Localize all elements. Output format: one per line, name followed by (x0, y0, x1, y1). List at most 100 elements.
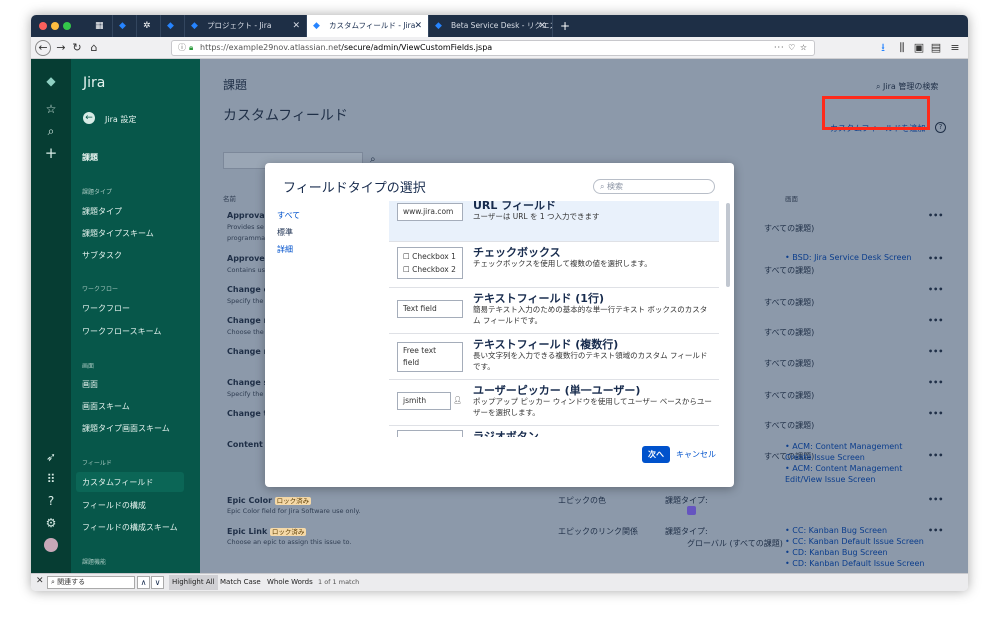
screen-link[interactable]: • CC: Kanban Bug Screen (785, 526, 887, 535)
row-actions-icon[interactable]: ••• (928, 347, 943, 356)
download-icon[interactable]: ⭳ (877, 39, 889, 57)
minimize-window-button[interactable] (51, 22, 59, 30)
settings-icon[interactable]: ⚙ (43, 515, 59, 531)
list-scrollbar[interactable] (725, 201, 731, 437)
breadcrumb[interactable]: 課題 (223, 76, 247, 93)
filter-all[interactable]: すべて (277, 210, 300, 221)
field-type-dialog: フィールドタイプの選択 ⌕ 検索 すべて 標準 詳細 www.jira.com … (265, 163, 734, 487)
filter-advanced[interactable]: 詳細 (277, 244, 293, 255)
sidebar-item[interactable]: フィールドの構成スキーム (82, 522, 178, 533)
tab-projects[interactable]: ◆ プロジェクト - Jira ✕ (185, 15, 307, 37)
close-tab-icon[interactable]: ✕ (538, 15, 546, 37)
sidebar-icon[interactable]: ▣ (912, 39, 926, 57)
create-icon[interactable]: + (43, 145, 59, 161)
field-name[interactable]: Change c (227, 285, 268, 294)
jira-icon: ◆ (191, 21, 198, 31)
avatar[interactable] (44, 538, 58, 552)
rocket-icon[interactable]: ➶ (43, 449, 59, 465)
field-type: エピックの色 (558, 496, 606, 505)
screen-link-label: BSD: Jira Service Desk Screen (792, 253, 912, 262)
row-actions-icon[interactable]: ••• (928, 526, 943, 535)
new-tab-button[interactable]: + (560, 15, 570, 37)
sidebar-item[interactable]: 課題タイプスキーム (82, 228, 154, 239)
tab-pinned-2[interactable]: ◆ (113, 15, 137, 37)
home-icon[interactable]: ⌂ (87, 39, 101, 57)
field-type-text-multi[interactable]: Free text field テキストフィールド (複数行) 長い文字列を入力… (389, 333, 719, 379)
row-actions-icon[interactable]: ••• (928, 451, 943, 460)
field-epic-link[interactable]: Epic Link ロック済み (227, 526, 307, 536)
admin-search-link[interactable]: ⌕ Jira 管理の検索 (876, 81, 938, 92)
row-actions-icon[interactable]: ••• (928, 378, 943, 387)
row-actions-icon[interactable]: ••• (928, 409, 943, 418)
sidebar-back-link[interactable]: Jira 設定 (105, 114, 136, 125)
scrollbar-thumb[interactable] (726, 203, 730, 287)
sidebar-item[interactable]: 画面スキーム (82, 401, 130, 412)
close-findbar-icon[interactable]: ✕ (36, 576, 44, 586)
jira-logo-icon[interactable]: ◆ (43, 73, 59, 89)
menu-icon[interactable]: ≡ (948, 39, 962, 57)
sidebar-item[interactable]: ワークフロー (82, 303, 130, 314)
library-icon[interactable]: ⫼ (895, 39, 909, 57)
row-actions-icon[interactable]: ••• (928, 254, 943, 263)
help-icon[interactable]: ? (43, 493, 59, 509)
field-type-user-picker[interactable]: jsmith 👤︎ ユーザーピッカー (単一ユーザー) ポップアップ ピッカー … (389, 379, 719, 425)
search-icon[interactable]: ⌕ (43, 123, 59, 139)
sidebar-item[interactable]: サブタスク (82, 250, 122, 261)
forward-icon[interactable]: → (55, 39, 67, 57)
field-epic-color[interactable]: Epic Color ロック済み (227, 495, 312, 505)
find-input[interactable]: ⌕ 関連する (47, 576, 135, 589)
field-name[interactable]: Change ri (227, 347, 270, 356)
page-actions-icon[interactable]: ··· ♡ ☆ (774, 41, 808, 55)
highlight-all-toggle[interactable]: Highlight All (169, 575, 218, 590)
field-type-checkbox[interactable]: ☐ Checkbox 1 ☐ Checkbox 2 チェックボックス チェックボ… (389, 241, 719, 287)
tab-custom-fields[interactable]: ◆ カスタムフィールド - Jira ✕ (307, 15, 429, 37)
row-actions-icon[interactable]: ••• (928, 211, 943, 220)
field-type-text-single[interactable]: Text field テキストフィールド (1行) 簡易テキスト入力のための基本… (389, 287, 719, 333)
extension-icon[interactable]: ▤ (929, 39, 943, 57)
cancel-button[interactable]: キャンセル (676, 449, 716, 460)
close-tab-icon[interactable]: ✕ (414, 15, 422, 37)
find-next-icon[interactable]: ∨ (151, 576, 164, 589)
sidebar-item[interactable]: 画面 (82, 379, 98, 390)
field-type-radio[interactable]: ラジオボタン (389, 425, 719, 437)
help-icon[interactable]: ? (935, 122, 946, 133)
apps-icon[interactable]: ⠿ (43, 471, 59, 487)
row-actions-icon[interactable]: ••• (928, 316, 943, 325)
row-actions-icon[interactable]: ••• (928, 285, 943, 294)
match-case-toggle[interactable]: Match Case (220, 575, 261, 590)
close-window-button[interactable] (39, 22, 47, 30)
screen-link[interactable]: • CC: Kanban Default Issue Screen (785, 537, 924, 546)
row-actions-icon[interactable]: ••• (928, 495, 943, 504)
filter-standard[interactable]: 標準 (277, 227, 293, 238)
jira-icon: ◆ (167, 21, 174, 31)
back-arrow-icon[interactable]: ← (83, 112, 95, 124)
screen-link[interactable]: • BSD: Jira Service Desk Screen (785, 253, 911, 262)
screen-link[interactable]: • CD: Kanban Default Issue Screen (785, 559, 924, 568)
star-icon[interactable]: ☆ (43, 101, 59, 117)
screen-link[interactable]: • ACM: Content Management Create Issue S… (785, 441, 925, 463)
field-desc: Choose the (227, 328, 264, 336)
maximize-window-button[interactable] (63, 22, 71, 30)
field-context: すべての課題) (764, 391, 815, 400)
find-previous-icon[interactable]: ∧ (137, 576, 150, 589)
screen-link[interactable]: • ACM: Content Management Edit/View Issu… (785, 463, 925, 485)
close-tab-icon[interactable]: ✕ (292, 15, 300, 37)
back-icon[interactable]: ← (35, 40, 51, 56)
screen-link[interactable]: • CD: Kanban Bug Screen (785, 548, 888, 557)
sidebar-item[interactable]: 課題タイプ (82, 206, 122, 217)
whole-words-toggle[interactable]: Whole Words (267, 575, 313, 590)
sidebar-item[interactable]: 課題タイプ画面スキーム (82, 423, 170, 434)
reload-icon[interactable]: ↻ (71, 39, 83, 57)
sidebar-item[interactable]: フィールドの構成 (82, 500, 146, 511)
address-bar[interactable]: ⓘ 🔒︎ https://example29nov.atlassian.net/… (171, 40, 815, 56)
field-type-search-input[interactable]: ⌕ 検索 (593, 179, 715, 194)
tab-pinned-4[interactable]: ◆ (161, 15, 185, 37)
sidebar-section-issues[interactable]: 課題 (82, 152, 98, 163)
next-button[interactable]: 次へ (642, 446, 670, 463)
tab-pinned-3[interactable]: ✲ (137, 15, 161, 37)
sidebar-item-custom-fields[interactable]: カスタムフィールド (82, 477, 153, 488)
sidebar-item[interactable]: ワークフロースキーム (82, 326, 161, 337)
tab-pinned-1[interactable]: ▦ (89, 15, 113, 37)
field-type-url[interactable]: www.jira.com URL フィールド ユーザーは URL を 1 つ入力… (389, 201, 719, 241)
tab-service-desk[interactable]: ◆Beta Service Desk - リクエスト✕ (429, 15, 553, 37)
